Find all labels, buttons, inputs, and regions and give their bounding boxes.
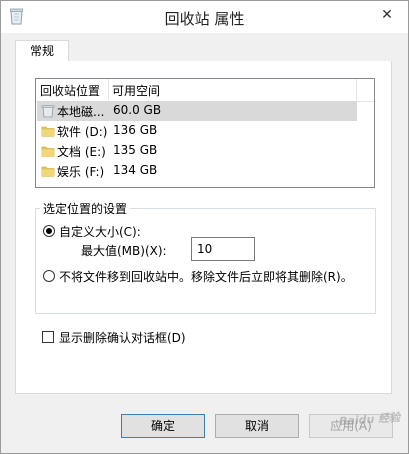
column-header-free-space[interactable]: 可用空间 (112, 82, 160, 99)
list-header: 回收站位置 可用空间 (36, 79, 374, 102)
confirm-delete-label[interactable]: 显示删除确认对话框(D) (59, 329, 186, 346)
list-item-name: 娱乐 (F:) (57, 165, 105, 179)
folder-icon (41, 166, 55, 177)
no-move-label[interactable]: 不将文件移到回收站中。移除文件后立即将其删除(R)。 (59, 268, 353, 285)
list-item-space: 60.0 GB (113, 103, 162, 117)
window-title: 回收站 属性 (164, 10, 245, 28)
radio-selected-dot (46, 228, 52, 234)
max-size-label: 最大值(MB)(X): (81, 244, 167, 258)
list-item[interactable]: 娱乐 (F:) 134 GB (37, 161, 357, 181)
tab-general-label: 常规 (29, 44, 54, 58)
group-title: 选定位置的设置 (40, 200, 131, 217)
recycle-bin-location-list[interactable]: 回收站位置 可用空间 本地磁... 60.0 GB 软件 (D:) 136 GB (35, 78, 375, 188)
ok-button[interactable]: 确定 (121, 414, 205, 438)
column-header-location[interactable]: 回收站位置 (40, 82, 100, 99)
list-item-name: 文档 (E:) (57, 145, 106, 159)
close-button[interactable]: ✕ (374, 5, 400, 25)
custom-size-label[interactable]: 自定义大小(C): (59, 223, 141, 240)
no-move-radio[interactable] (43, 270, 55, 282)
confirm-delete-checkbox[interactable] (42, 331, 54, 343)
column-divider[interactable] (356, 79, 357, 100)
list-item-name: 本地磁... (57, 105, 105, 119)
list-item[interactable]: 本地磁... 60.0 GB (37, 101, 357, 121)
list-item[interactable]: 软件 (D:) 136 GB (37, 121, 357, 141)
max-size-input[interactable]: 10 (191, 237, 255, 261)
custom-size-radio[interactable] (43, 225, 55, 237)
column-divider[interactable] (108, 79, 109, 100)
recycle-bin-drive-icon (41, 105, 55, 118)
list-item-space: 134 GB (113, 163, 158, 177)
folder-icon (41, 126, 55, 137)
close-icon: ✕ (381, 7, 393, 23)
title-bar[interactable]: 回收站 属性 ✕ (1, 1, 408, 33)
list-item-space: 136 GB (113, 123, 158, 137)
list-item[interactable]: 文档 (E:) 135 GB (37, 141, 357, 161)
cancel-button[interactable]: 取消 (215, 414, 299, 438)
tab-general[interactable]: 常规 (15, 40, 69, 62)
recycle-bin-properties-dialog: 回收站 属性 ✕ 常规 回收站位置 可用空间 本地磁... 60.0 GB 软件… (0, 0, 409, 454)
list-item-space: 135 GB (113, 143, 158, 157)
list-item-name: 软件 (D:) (57, 125, 108, 139)
folder-icon (41, 146, 55, 157)
